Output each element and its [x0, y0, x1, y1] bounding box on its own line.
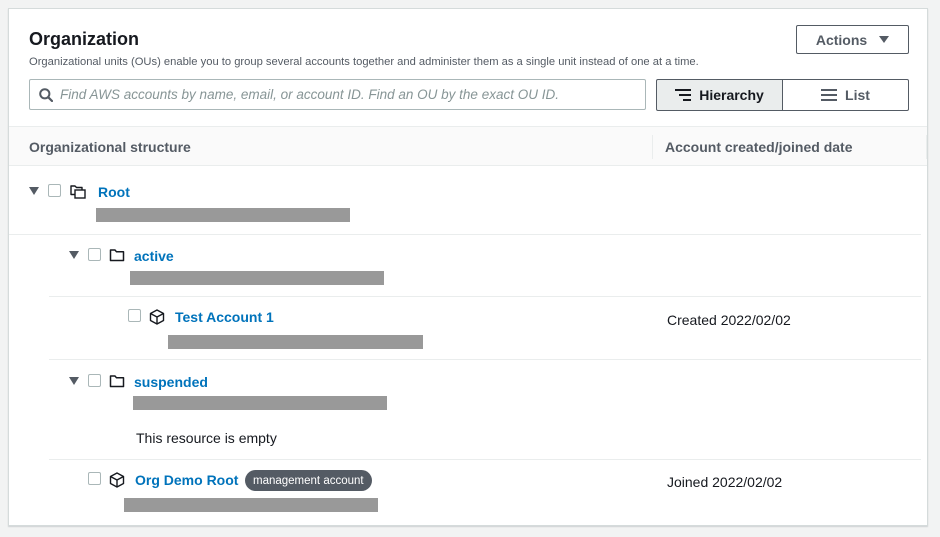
account-cube-icon: [149, 309, 165, 325]
suspended-ou-link[interactable]: suspended: [134, 374, 208, 390]
redacted-id: [133, 396, 387, 410]
redacted-id: [96, 208, 350, 222]
redacted-id: [124, 498, 378, 512]
test-account-link[interactable]: Test Account 1: [175, 309, 274, 325]
search-box: [29, 79, 646, 110]
redacted-id: [130, 271, 384, 285]
created-date: Created 2022/02/02: [667, 312, 791, 328]
column-header-date: Account created/joined date: [665, 139, 853, 155]
folder-icon: [109, 375, 125, 388]
org-demo-checkbox[interactable]: [88, 472, 101, 485]
column-divider: [652, 135, 653, 159]
row-divider: [9, 234, 921, 235]
expand-suspended-toggle[interactable]: [69, 377, 79, 385]
account-cube-icon: [109, 472, 125, 488]
column-divider: [926, 135, 927, 159]
root-link[interactable]: Root: [98, 184, 130, 200]
row-divider: [49, 359, 921, 360]
empty-resource-message: This resource is empty: [136, 430, 277, 446]
row-divider: [49, 296, 921, 297]
suspended-checkbox[interactable]: [88, 374, 101, 387]
actions-button-label: Actions: [815, 31, 868, 48]
organization-root-icon: [70, 185, 86, 199]
caret-down-icon: [879, 36, 890, 43]
redacted-id: [168, 335, 423, 349]
page-title: Organization: [29, 29, 140, 49]
row-divider: [49, 459, 921, 460]
table-header: Organizational structure Account created…: [9, 126, 927, 166]
expand-root-toggle[interactable]: [29, 187, 39, 195]
org-demo-root-link[interactable]: Org Demo Root: [135, 472, 238, 488]
folder-icon: [109, 249, 125, 262]
active-checkbox[interactable]: [88, 248, 101, 261]
column-header-structure: Organizational structure: [29, 139, 191, 155]
list-icon: [821, 89, 838, 101]
expand-active-toggle[interactable]: [69, 251, 79, 259]
hierarchy-view-label: Hierarchy: [699, 87, 764, 103]
organization-panel: Organization Organizational units (OUs) …: [8, 8, 928, 526]
test-account-checkbox[interactable]: [128, 309, 141, 322]
actions-button[interactable]: Actions: [796, 25, 909, 54]
search-icon: [39, 88, 53, 102]
search-input[interactable]: [60, 80, 640, 109]
management-account-badge: management account: [245, 470, 372, 491]
list-view-button[interactable]: List: [782, 79, 909, 111]
joined-date: Joined 2022/02/02: [667, 474, 783, 490]
list-view-label: List: [845, 87, 870, 103]
active-ou-link[interactable]: active: [134, 248, 174, 264]
hierarchy-icon: [675, 89, 692, 101]
page-description: Organizational units (OUs) enable you to…: [29, 56, 699, 68]
root-checkbox[interactable]: [48, 184, 61, 197]
hierarchy-view-button[interactable]: Hierarchy: [656, 79, 783, 111]
